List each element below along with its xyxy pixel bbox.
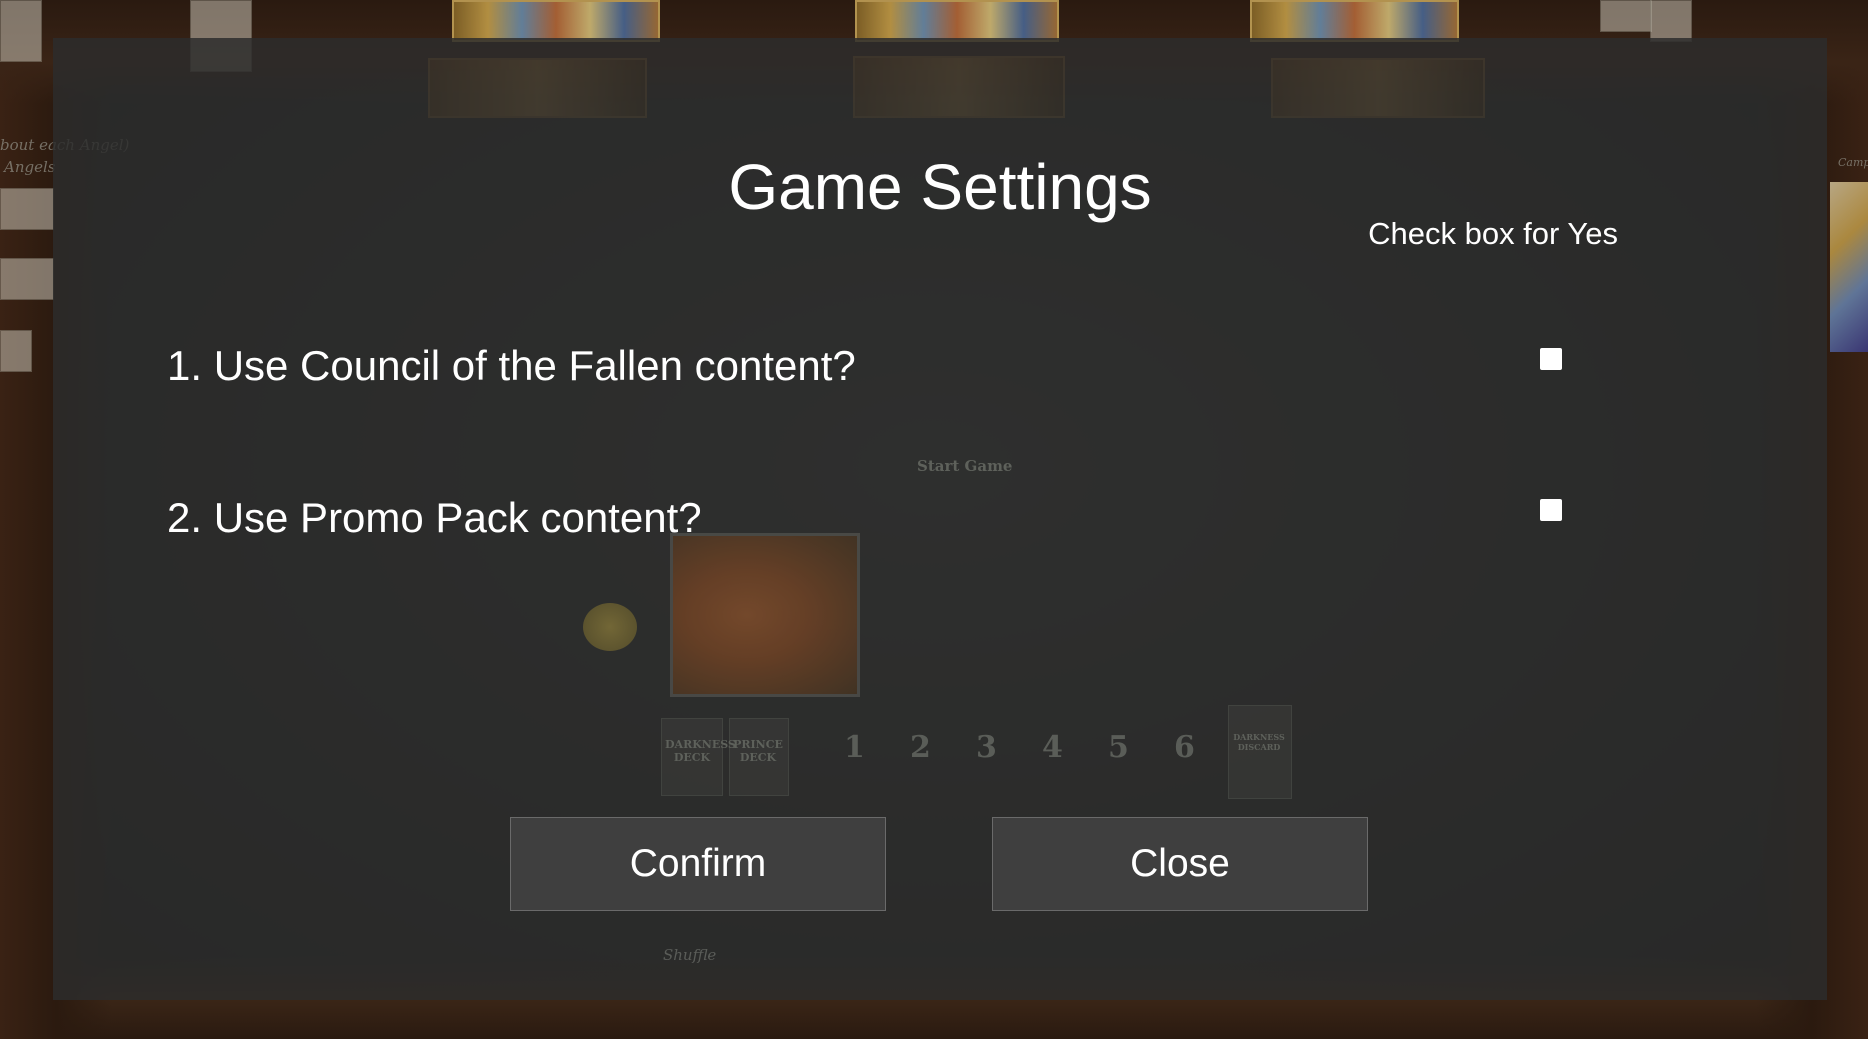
track-number: 5 xyxy=(1108,730,1129,765)
close-button-label: Close xyxy=(1130,842,1230,885)
track-number: 4 xyxy=(1042,730,1063,765)
track-number: 6 xyxy=(1174,730,1195,765)
left-side-card xyxy=(0,0,42,62)
side-note-text: Angels xyxy=(4,158,56,176)
close-button[interactable]: Close xyxy=(992,817,1368,911)
check-hint: Check box for Yes xyxy=(1368,216,1618,251)
gold-token xyxy=(583,603,637,651)
angel-card-row-left xyxy=(452,0,660,42)
track-number: 1 xyxy=(844,730,865,765)
darkness-deck-label: DARKNESS DECK xyxy=(665,738,736,764)
left-card-stack xyxy=(0,258,54,300)
prince-deck-label: PRINCE DECK xyxy=(733,738,783,764)
confirm-button-label: Confirm xyxy=(629,842,767,885)
left-card-stack xyxy=(0,330,32,372)
start-game-label: Start Game xyxy=(917,457,1013,475)
track-number: 2 xyxy=(910,730,931,765)
side-note-text: Camp xyxy=(1838,156,1868,169)
right-side-card xyxy=(1600,0,1652,32)
left-card-stack xyxy=(0,188,54,230)
angel-board-right xyxy=(1271,58,1485,118)
question-promo-pack: 2. Use Promo Pack content? xyxy=(167,494,702,541)
promo-pack-checkbox[interactable] xyxy=(1540,499,1562,521)
darkness-discard-label: DARKNESS DISCARD xyxy=(1233,732,1285,752)
angel-board-left xyxy=(428,58,647,118)
angel-board-center xyxy=(853,56,1065,118)
angel-card-row-center xyxy=(855,0,1059,42)
question-council-of-the-fallen: 1. Use Council of the Fallen content? xyxy=(167,342,856,389)
shuffle-label: Shuffle xyxy=(663,946,717,964)
deliverance-box-art xyxy=(1830,182,1868,352)
confirm-button[interactable]: Confirm xyxy=(510,817,886,911)
dialog-title: Game Settings xyxy=(728,151,1152,223)
council-of-the-fallen-checkbox[interactable] xyxy=(1540,348,1562,370)
darkness-discard-slot xyxy=(1228,705,1292,799)
game-settings-dialog: Start Game DARKNESS DECK PRINCE DECK DAR… xyxy=(53,38,1827,1000)
darkness-card xyxy=(670,533,860,697)
track-number: 3 xyxy=(976,730,997,765)
right-side-card xyxy=(1650,0,1692,42)
angel-card-row-right xyxy=(1250,0,1459,42)
